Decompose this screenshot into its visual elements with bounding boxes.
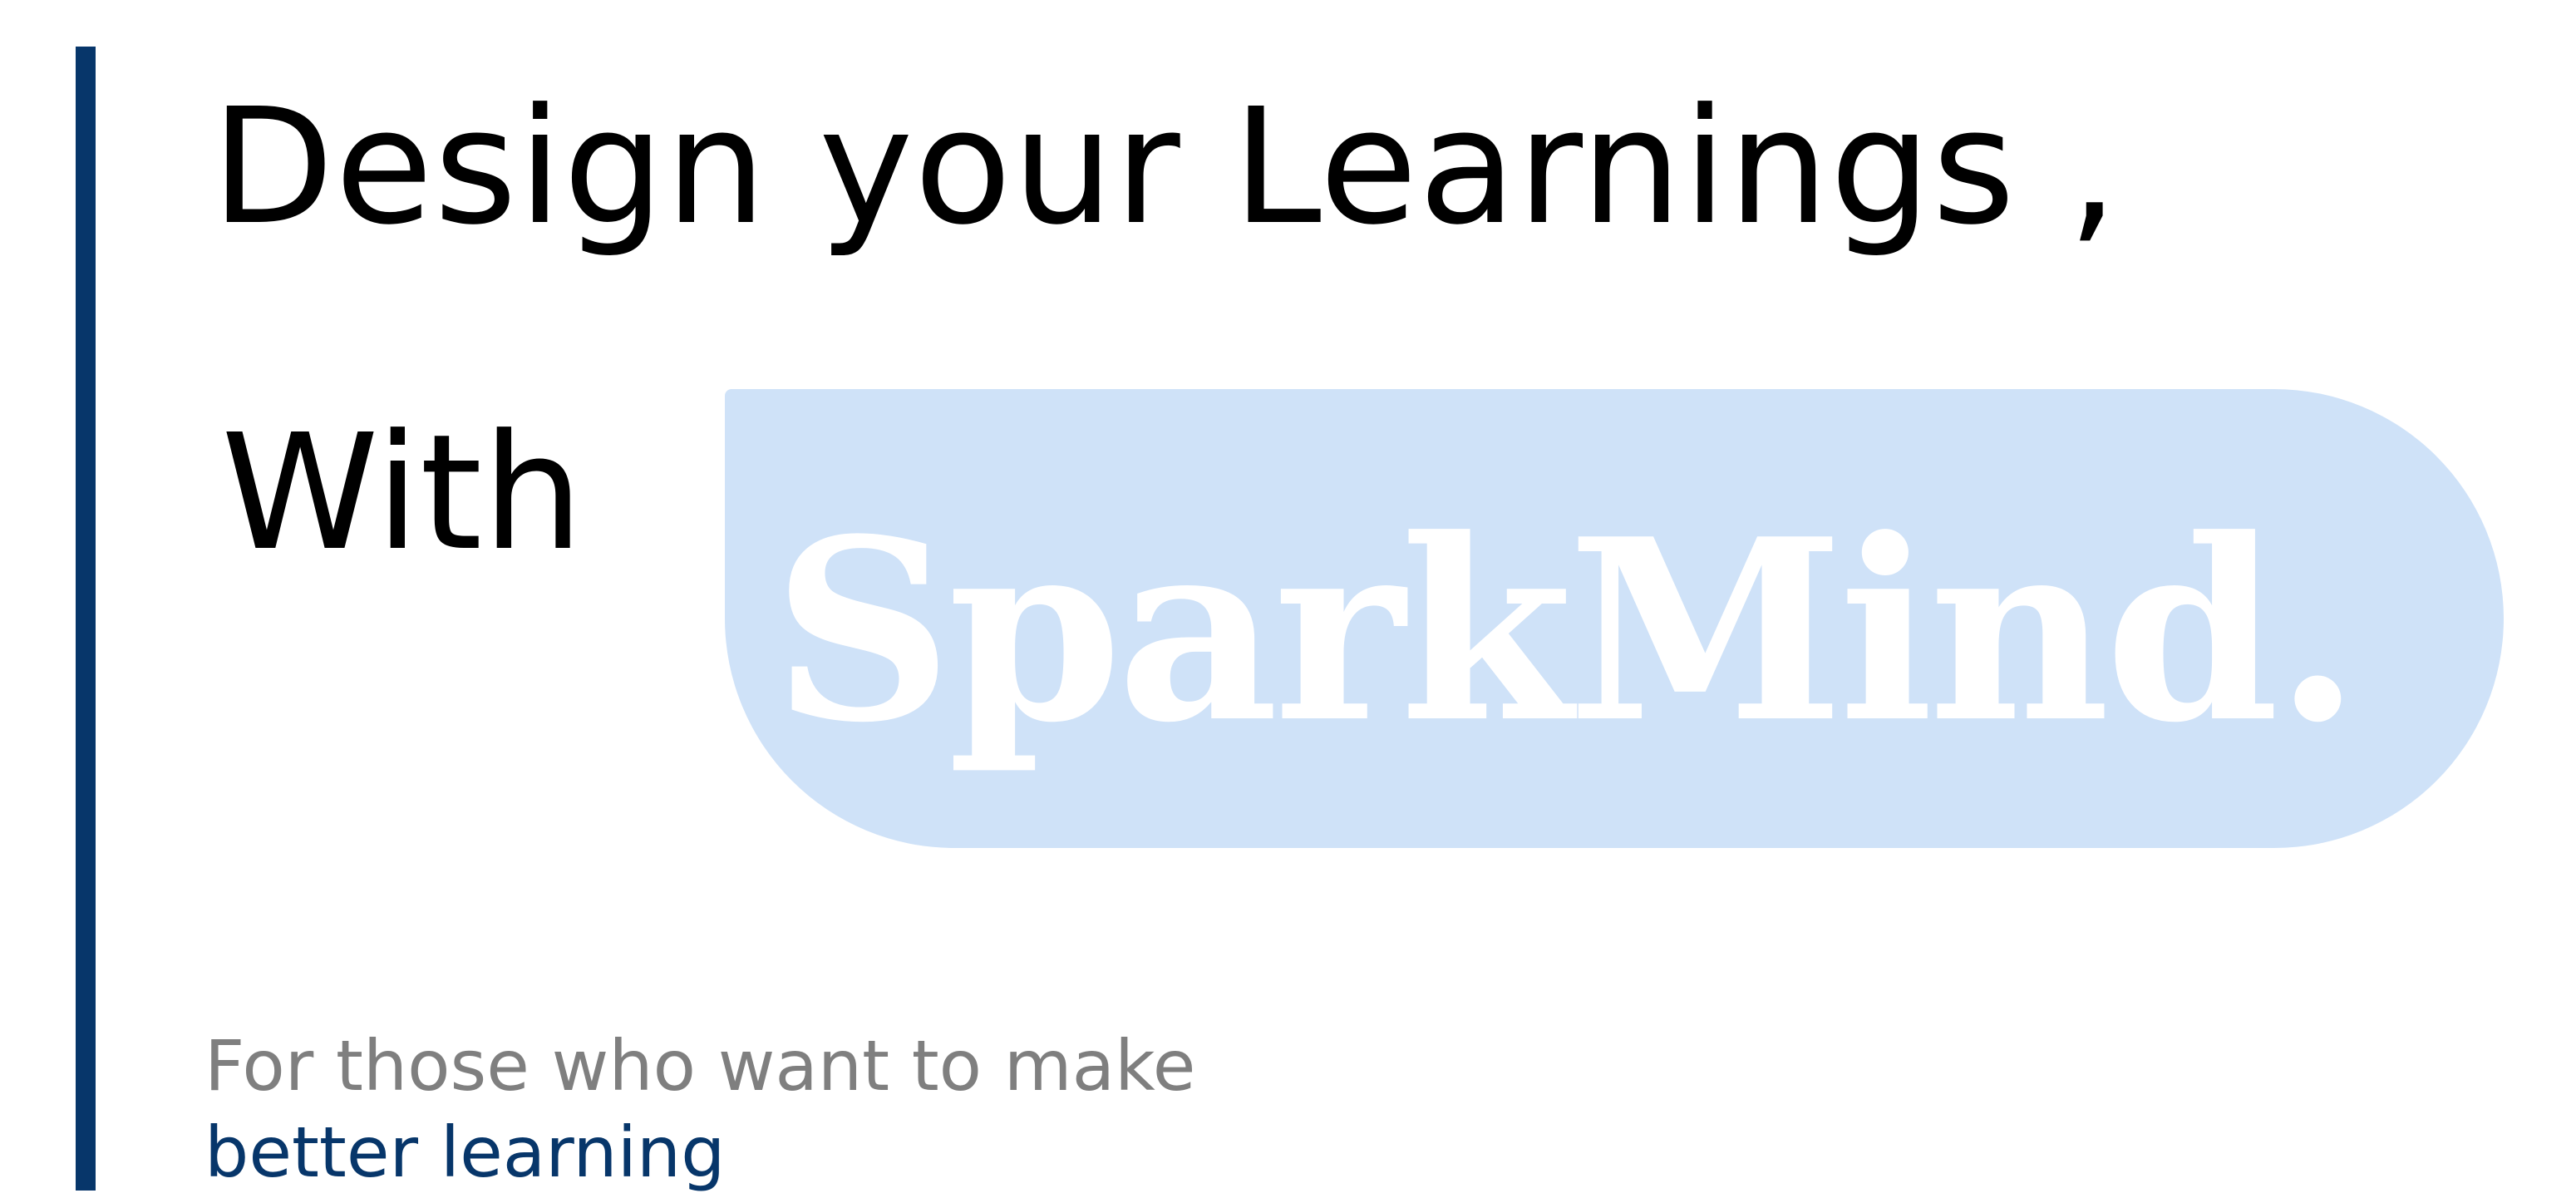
tagline-line-1: For those who want to make [204, 1025, 1196, 1107]
tagline: For those who want to make better learni… [204, 1023, 1195, 1196]
headline-line-2: With [221, 401, 584, 586]
tagline-line-2: better learning [204, 1112, 726, 1193]
accent-bar [76, 47, 96, 1191]
brand-pill: SparkMind. [725, 389, 2504, 848]
headline-line-1: Design your Learnings , [211, 75, 2120, 260]
brand-logo: SparkMind. [772, 484, 2361, 777]
